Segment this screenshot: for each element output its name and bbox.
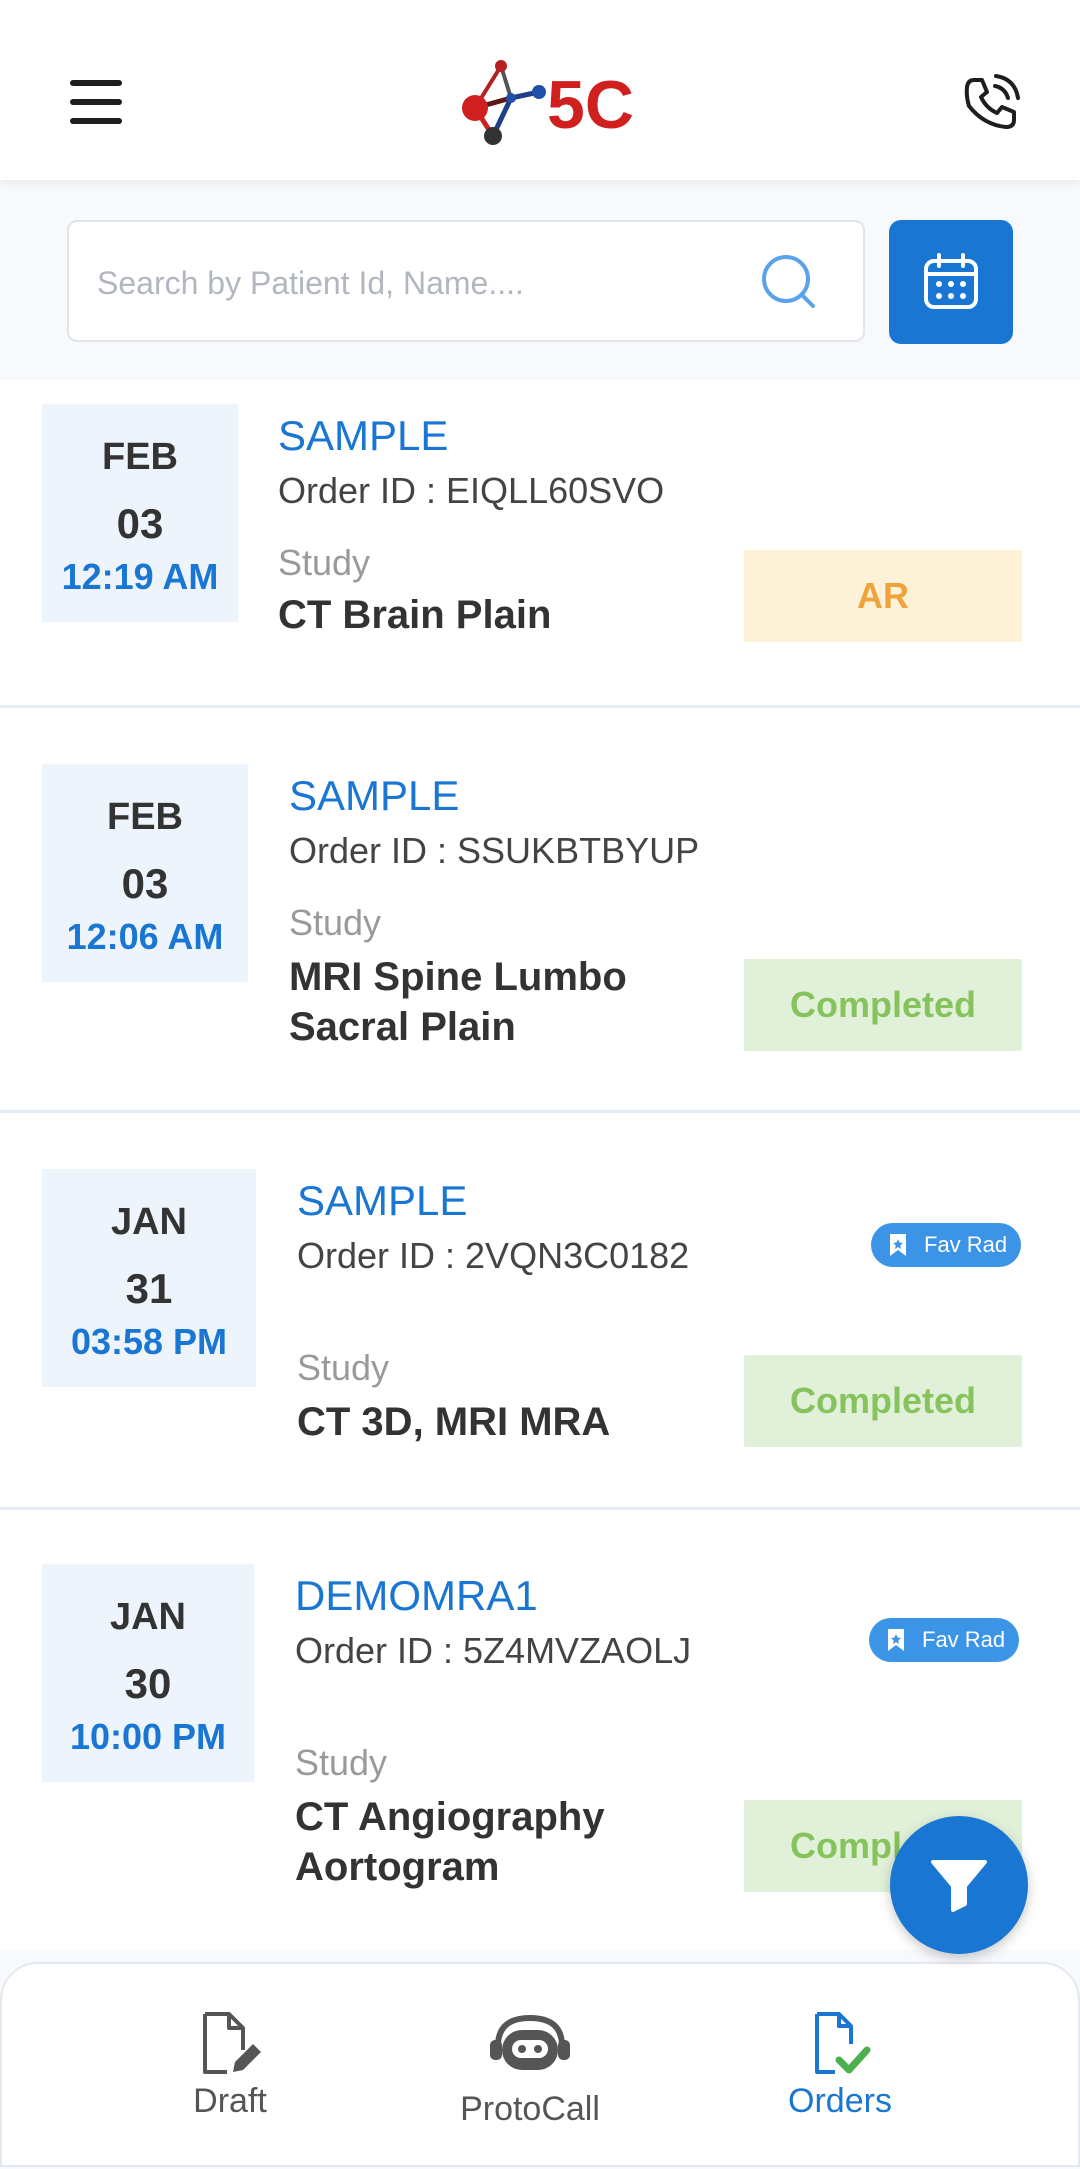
fav-rad-badge: Fav Rad: [869, 1618, 1019, 1662]
hamburger-menu-icon[interactable]: [70, 80, 122, 124]
status-badge: Completed: [744, 1355, 1022, 1447]
bookmark-icon: [888, 1629, 904, 1651]
order-time: 03:58 PM: [70, 1321, 228, 1362]
order-time: 12:19 AM: [61, 556, 219, 597]
app-header: 5C: [0, 0, 1080, 180]
status-badge: AR: [744, 550, 1022, 642]
study-name: CT 3D, MRI MRA: [297, 1400, 611, 1444]
study-name: CT Angiography Aortogram: [295, 1795, 605, 1889]
order-id: Order ID : EIQLL60SVO: [278, 470, 665, 511]
study-label: Study: [295, 1742, 388, 1783]
nav-item-draft[interactable]: Draft: [80, 1964, 380, 2169]
bottom-navigation: Draft ProtoCall Orders: [0, 1962, 1080, 2167]
nav-label: Draft: [193, 2082, 267, 2120]
order-date-box: JAN 31 03:58 PM: [42, 1169, 256, 1387]
study-label: Study: [297, 1347, 390, 1388]
order-time: 12:06 AM: [66, 916, 224, 957]
status-badge: Completed: [744, 959, 1022, 1051]
patient-name[interactable]: DEMOMRA1: [295, 1572, 538, 1620]
order-card[interactable]: JAN 31 03:58 PM SAMPLE Order ID : 2VQN3C…: [0, 1113, 1080, 1510]
study-label: Study: [289, 902, 382, 943]
headset-robot-icon: [490, 2014, 570, 2070]
draft-document-icon: [203, 2012, 261, 2074]
fav-rad-label: Fav Rad: [922, 1627, 1006, 1652]
patient-name[interactable]: SAMPLE: [278, 412, 448, 460]
order-card[interactable]: FEB 03 12:06 AM SAMPLE Order ID : SSUKBT…: [0, 708, 1080, 1113]
orders-check-icon: [815, 2012, 871, 2074]
study-label: Study: [278, 542, 371, 583]
order-day: 03: [121, 860, 169, 907]
phone-call-icon[interactable]: [960, 72, 1022, 134]
logo-network-icon: [462, 60, 546, 145]
nav-label: ProtoCall: [460, 2090, 600, 2128]
nav-item-protocall[interactable]: ProtoCall: [380, 1964, 680, 2169]
order-card[interactable]: FEB 03 12:19 AM SAMPLE Order ID : EIQLL6…: [0, 380, 1080, 708]
filter-button[interactable]: [890, 1816, 1028, 1954]
order-date-box: FEB 03 12:06 AM: [42, 764, 248, 982]
app-logo: 5C: [455, 58, 635, 150]
patient-name[interactable]: SAMPLE: [289, 772, 459, 820]
order-day: 30: [124, 1660, 172, 1707]
order-id: Order ID : 5Z4MVZAOLJ: [295, 1630, 692, 1671]
patient-name[interactable]: SAMPLE: [297, 1177, 467, 1225]
search-bar: [67, 220, 865, 342]
fav-rad-label: Fav Rad: [924, 1232, 1008, 1257]
order-date-box: JAN 30 10:00 PM: [42, 1564, 254, 1782]
calendar-icon: [924, 253, 978, 309]
study-name: CT Brain Plain: [278, 593, 552, 637]
order-month: FEB: [107, 796, 183, 838]
nav-label: Orders: [788, 2082, 892, 2120]
order-month: JAN: [110, 1201, 188, 1243]
order-day: 31: [125, 1265, 173, 1312]
nav-item-orders[interactable]: Orders: [690, 1964, 990, 2169]
order-date-box: FEB 03 12:19 AM: [42, 404, 238, 622]
order-id: Order ID : SSUKBTBYUP: [289, 830, 700, 871]
logo-text: 5C: [547, 67, 634, 143]
filter-icon: [931, 1860, 987, 1912]
order-id: Order ID : 2VQN3C0182: [297, 1235, 690, 1276]
search-input[interactable]: [95, 252, 779, 314]
order-day: 03: [116, 500, 164, 547]
search-icon[interactable]: [759, 252, 821, 314]
study-name: MRI Spine Lumbo Sacral Plain: [289, 955, 627, 1049]
order-month: FEB: [102, 436, 178, 478]
calendar-filter-button[interactable]: [889, 220, 1013, 344]
fav-rad-badge: Fav Rad: [871, 1223, 1021, 1267]
order-time: 10:00 PM: [69, 1716, 227, 1757]
bookmark-icon: [890, 1234, 906, 1256]
order-month: JAN: [109, 1596, 187, 1638]
